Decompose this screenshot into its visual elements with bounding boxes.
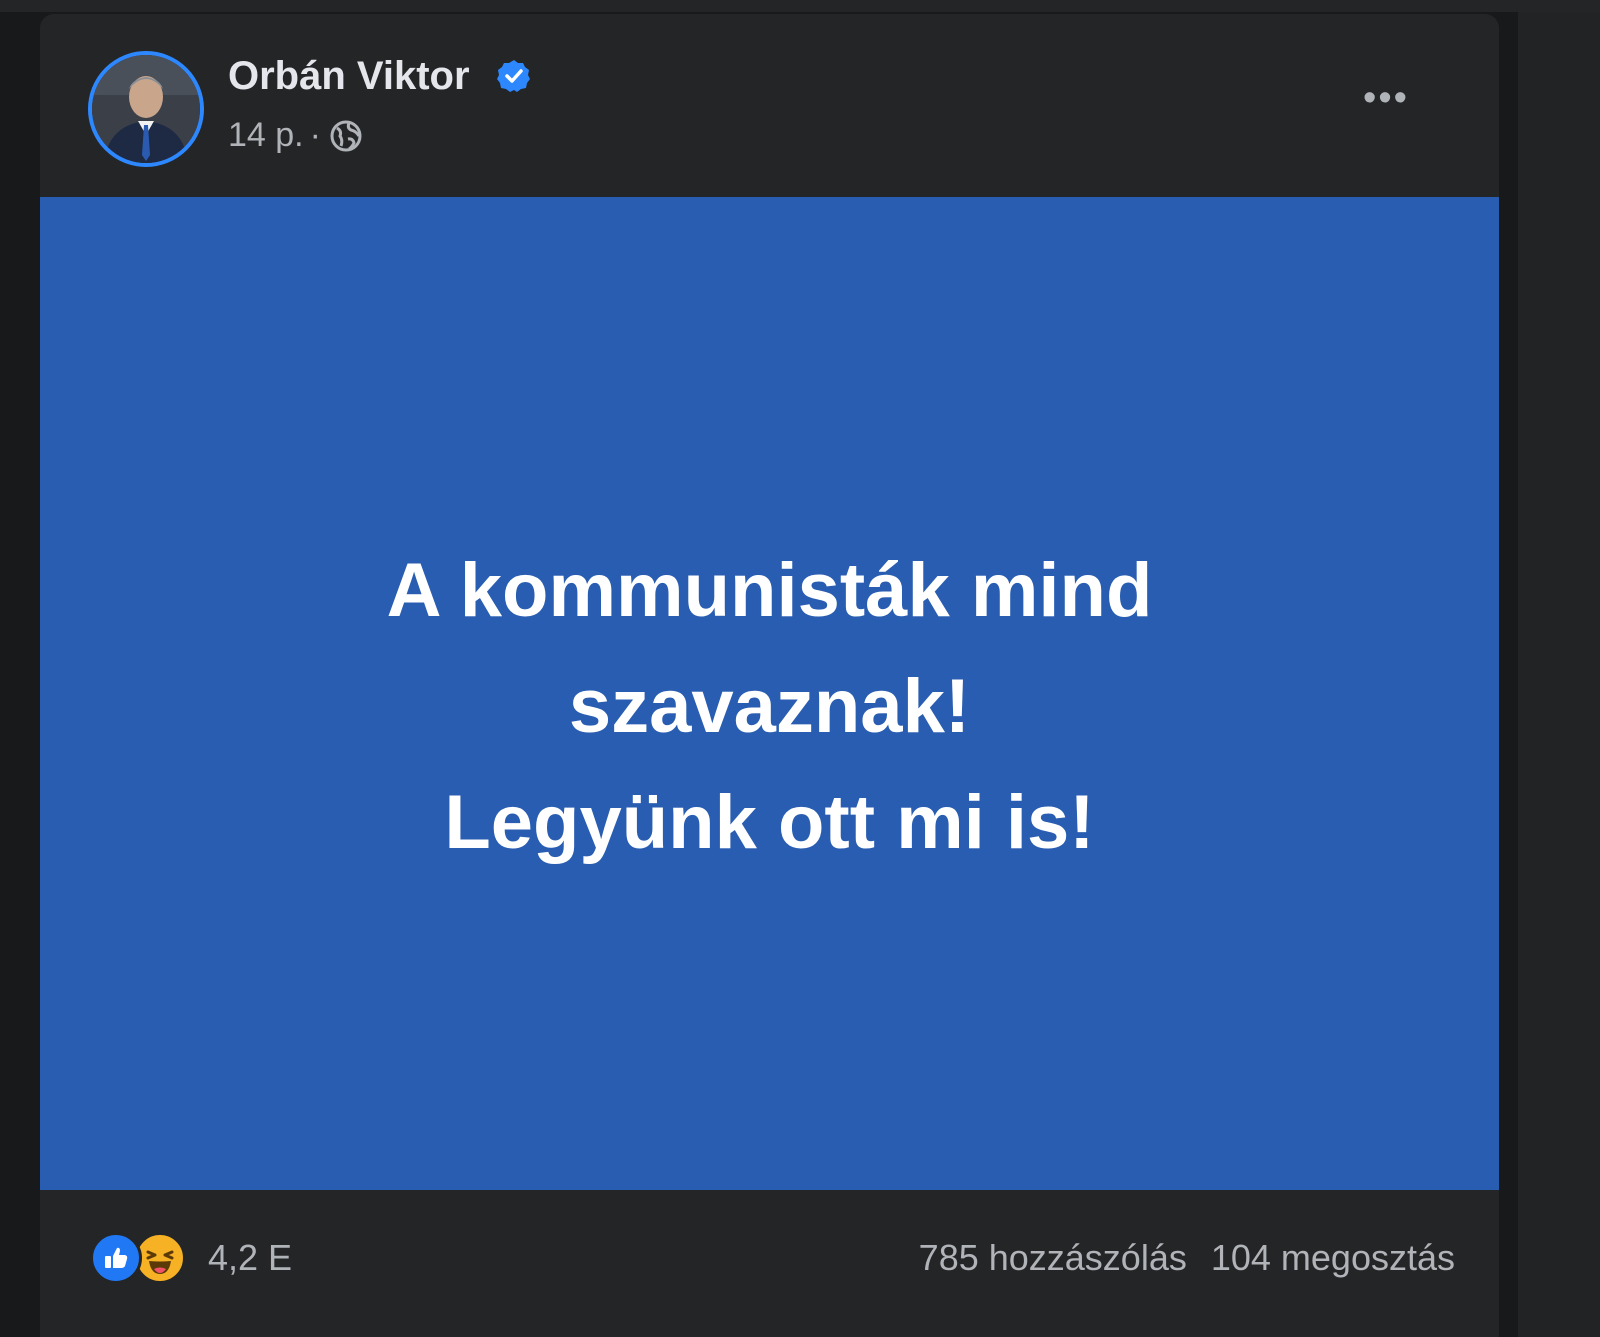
comments-count[interactable]: 785 hozzászólás: [919, 1237, 1187, 1279]
shares-count[interactable]: 104 megosztás: [1211, 1237, 1455, 1279]
right-panel: [1518, 12, 1600, 1337]
globe-icon[interactable]: [329, 119, 363, 153]
author-name[interactable]: Orbán Viktor: [228, 54, 470, 99]
post-header: Orbán Viktor 14 p. · •••: [40, 14, 1499, 197]
reactions-summary[interactable]: 4,2 E: [90, 1232, 292, 1284]
engagement-stats: 785 hozzászólás 104 megosztás: [919, 1237, 1455, 1279]
avatar[interactable]: [88, 51, 204, 167]
post-footer: 4,2 E 785 hozzászólás 104 megosztás: [40, 1190, 1499, 1337]
verified-badge-icon: [497, 60, 530, 92]
top-bar: [0, 0, 1600, 12]
post-time[interactable]: 14 p.: [228, 116, 304, 155]
image-text-line-3: Legyünk ott mi is!: [444, 779, 1095, 865]
reaction-count: 4,2 E: [208, 1237, 293, 1278]
post-card: Orbán Viktor 14 p. · ••• A kommunisták m…: [40, 14, 1499, 1337]
meta-separator: ·: [309, 116, 321, 154]
post-image[interactable]: A kommunisták mind szavaznak! Legyünk ot…: [40, 197, 1499, 1190]
more-options-icon[interactable]: •••: [1356, 76, 1416, 120]
image-text-line-1: A kommunisták mind: [386, 547, 1153, 633]
image-text: A kommunisták mind szavaznak! Legyünk ot…: [387, 533, 1153, 881]
like-reaction-icon: [90, 1232, 142, 1284]
image-text-line-2: szavaznak!: [568, 663, 971, 749]
post-meta: 14 p. ·: [228, 116, 363, 155]
